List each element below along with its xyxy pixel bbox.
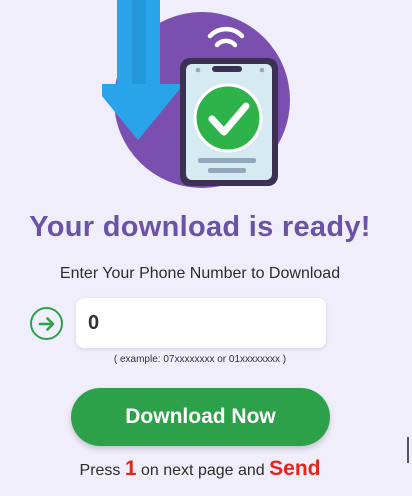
instruction-prefix: Press [79,462,121,479]
page-title: Your download is ready! [29,211,371,243]
instruction-key: 1 [124,457,137,480]
arrow-right-circle-icon[interactable] [30,307,63,340]
download-now-button[interactable]: Download Now [71,388,330,446]
instruction-text: Press 1 on next page and Send [0,457,400,481]
instruction-action: Send [269,457,321,480]
hero-illustration [92,0,302,190]
example-hint: ( example: 07xxxxxxxx or 01xxxxxxxx ) [113,354,287,365]
scrollbar-thumb[interactable] [407,437,409,463]
phone-prompt: Enter Your Phone Number to Download [59,265,341,282]
checkmark-badge-icon [193,83,263,153]
instruction-middle: on next page and [141,462,265,479]
phone-number-input[interactable] [76,298,326,348]
